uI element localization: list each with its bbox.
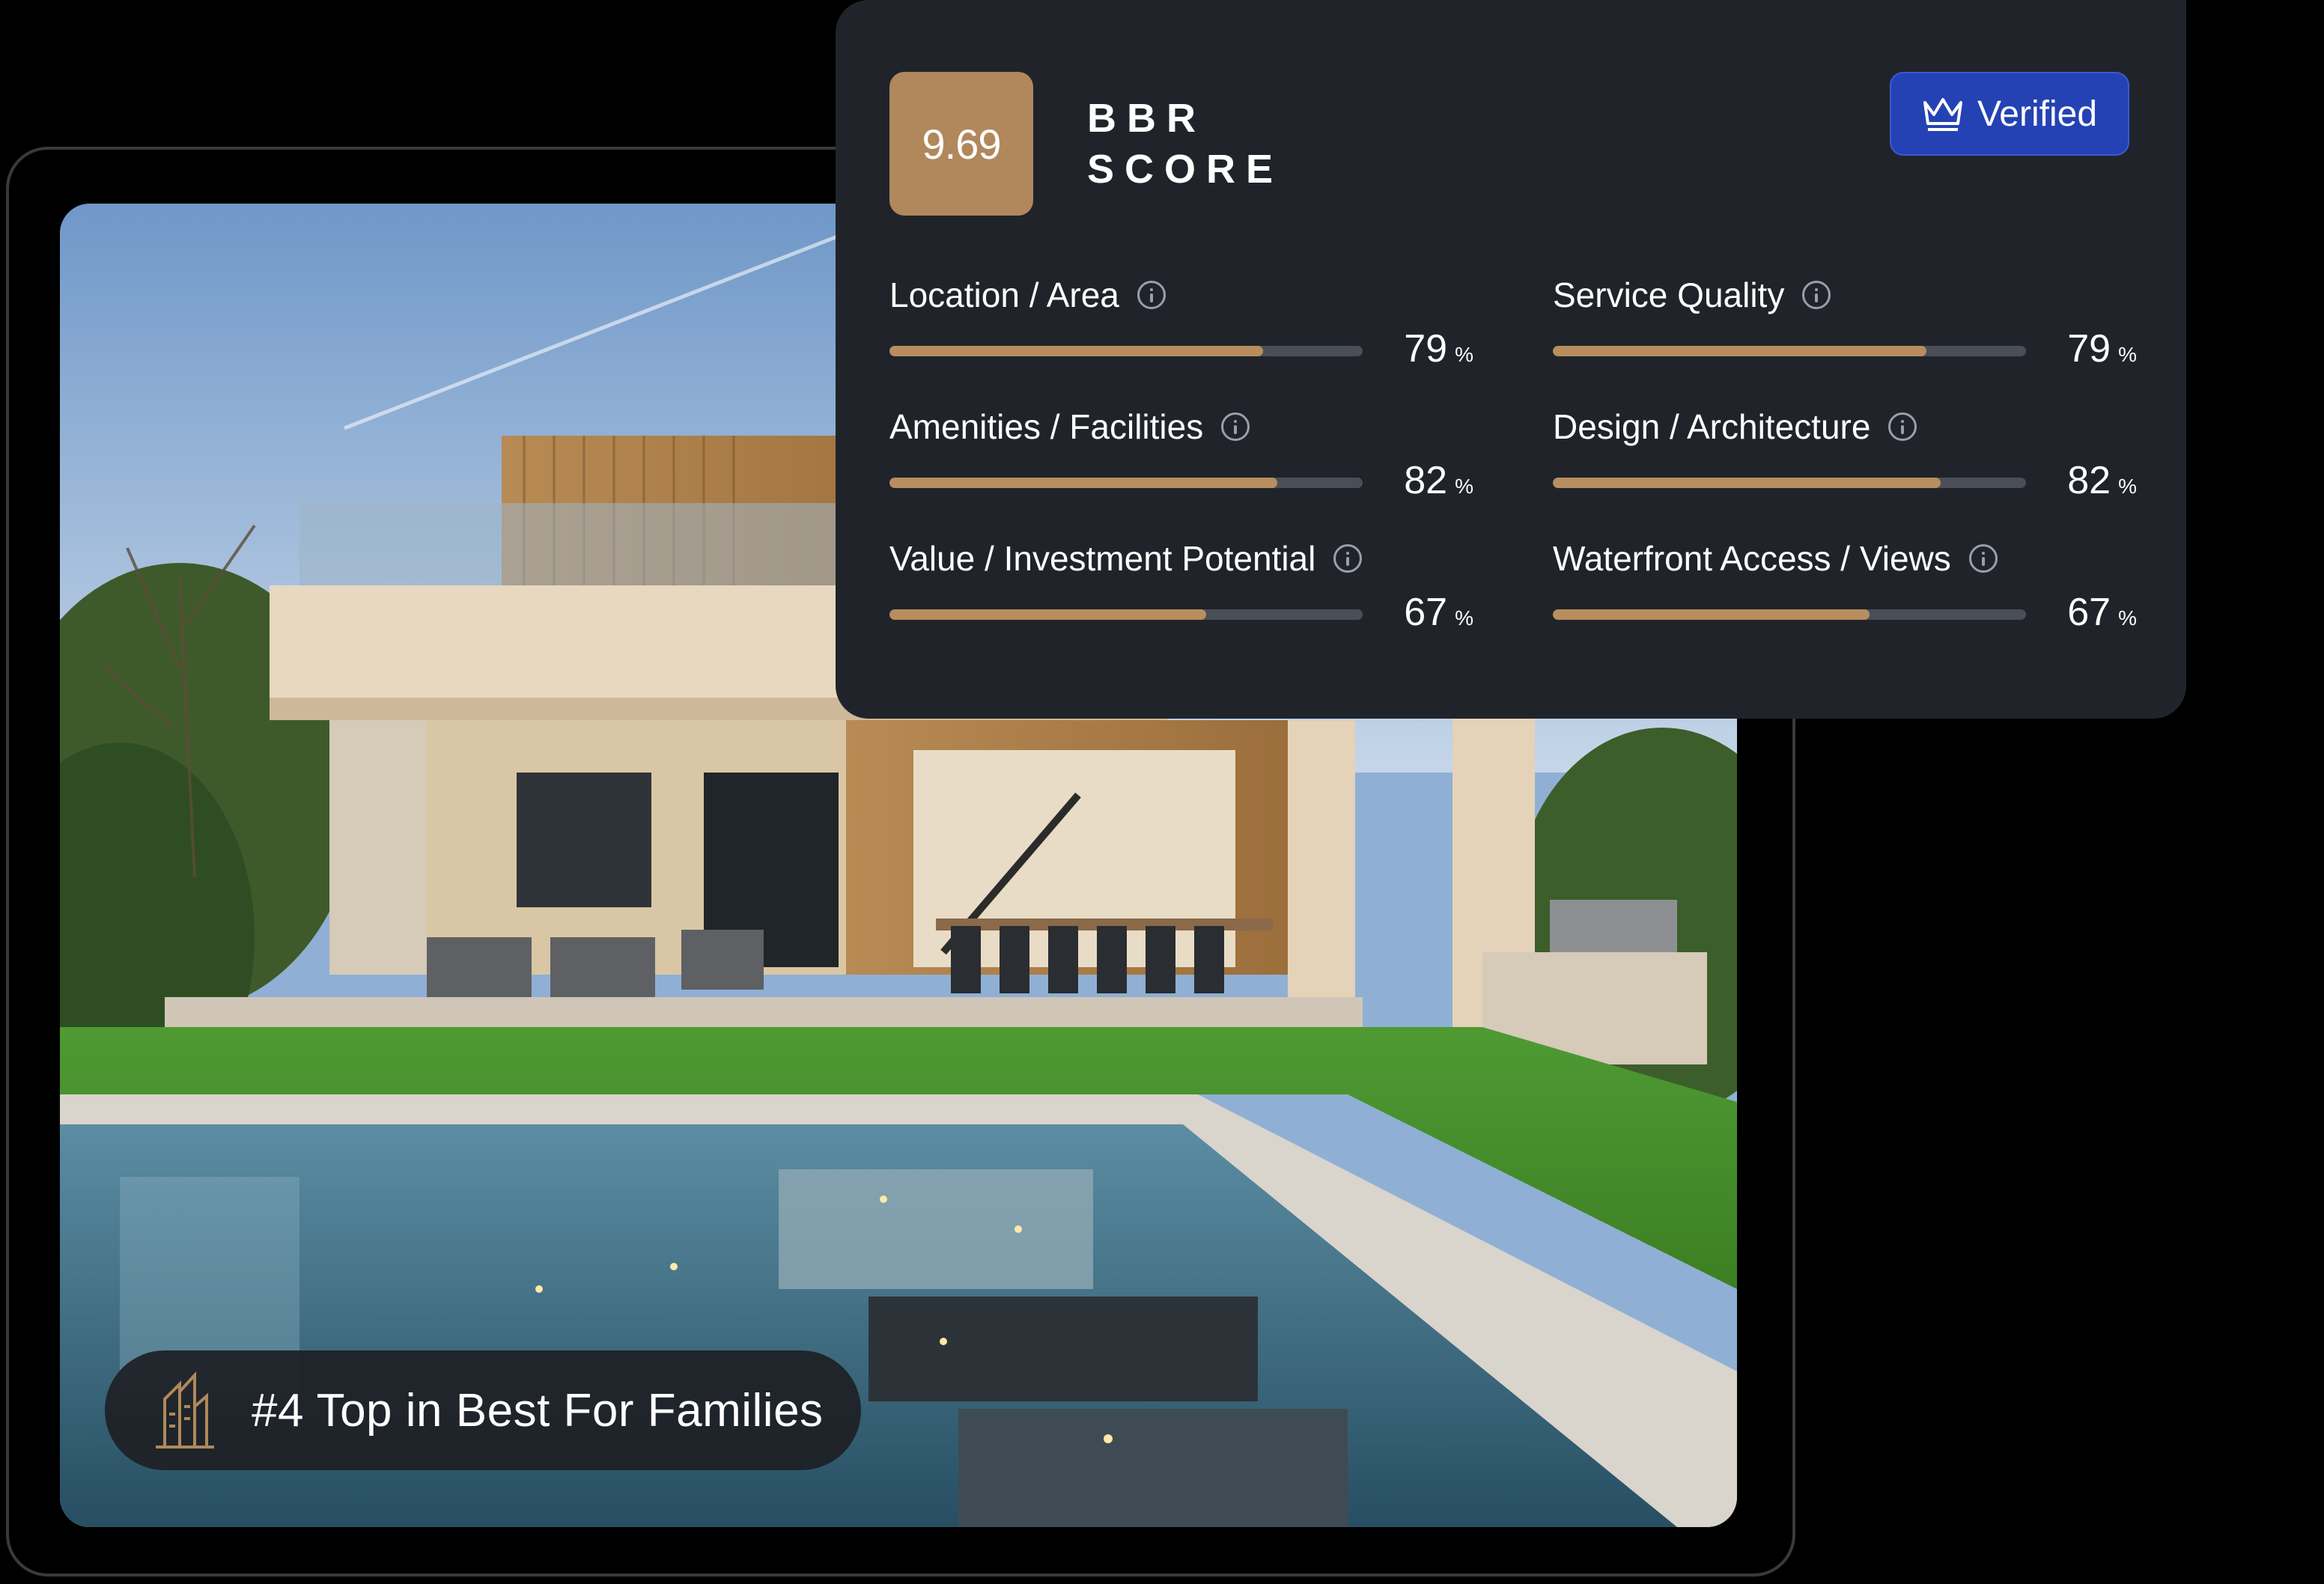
- metric-unit: %: [2118, 343, 2137, 366]
- metric-design-architecture: Design / Architecture 82%: [1553, 404, 2137, 524]
- metric-value-investment: Value / Investment Potential 67%: [889, 536, 1473, 656]
- metric-value: 67: [1404, 591, 1448, 634]
- metric-value: 79: [2067, 327, 2111, 371]
- progress-track: [1553, 478, 2026, 488]
- progress-fill: [889, 478, 1278, 488]
- score-title-line2: SCORE: [1087, 147, 1284, 192]
- verified-badge[interactable]: Verified: [1890, 72, 2129, 156]
- metric-waterfront-access: Waterfront Access / Views 67%: [1553, 536, 2137, 656]
- metric-unit: %: [2118, 606, 2137, 630]
- score-title-line1: BBR: [1087, 96, 1206, 141]
- progress-fill: [889, 346, 1264, 356]
- verified-label: Verified: [1977, 94, 2098, 134]
- rank-badge: #4 Top in Best For Families: [105, 1350, 861, 1470]
- metric-label: Location / Area: [889, 275, 1119, 314]
- progress-track: [889, 478, 1363, 488]
- score-title: BBR SCORE: [1087, 93, 1283, 195]
- info-icon[interactable]: [1137, 281, 1166, 309]
- progress-track: [889, 346, 1363, 356]
- progress-track: [1553, 346, 2026, 356]
- metric-label: Value / Investment Potential: [889, 539, 1316, 578]
- metric-service-quality: Service Quality 79%: [1553, 272, 2137, 392]
- info-icon[interactable]: [1968, 544, 1998, 573]
- score-value: 9.69: [889, 72, 1033, 216]
- metric-label: Amenities / Facilities: [889, 407, 1204, 446]
- stage: #4 Top in Best For Families 9.69 BBR SCO…: [0, 0, 2324, 1584]
- building-logo-icon: [156, 1371, 214, 1449]
- progress-fill: [1553, 478, 1941, 488]
- metric-label: Waterfront Access / Views: [1553, 539, 1951, 578]
- metric-location-area: Location / Area 79%: [889, 272, 1473, 392]
- metric-value: 79: [1404, 327, 1448, 371]
- metric-unit: %: [1455, 475, 1473, 498]
- metric-amenities-facilities: Amenities / Facilities 82%: [889, 404, 1473, 524]
- crown-icon: [1923, 98, 1962, 131]
- info-icon[interactable]: [1333, 544, 1363, 573]
- metric-label: Design / Architecture: [1553, 407, 1871, 446]
- info-icon[interactable]: [1888, 412, 1917, 441]
- progress-fill: [889, 609, 1207, 620]
- metric-unit: %: [2118, 475, 2137, 498]
- metric-label: Service Quality: [1553, 275, 1785, 314]
- metric-unit: %: [1455, 343, 1473, 366]
- score-panel: 9.69 BBR SCORE Verified Location / Area …: [836, 0, 2186, 719]
- metric-value: 82: [1404, 459, 1448, 502]
- metric-unit: %: [1455, 606, 1473, 630]
- info-icon[interactable]: [1221, 412, 1250, 441]
- metric-value: 67: [2067, 591, 2111, 634]
- info-icon[interactable]: [1802, 281, 1831, 309]
- metric-value: 82: [2067, 459, 2111, 502]
- progress-fill: [1553, 609, 1870, 620]
- progress-fill: [1553, 346, 1927, 356]
- progress-track: [1553, 609, 2026, 620]
- progress-track: [889, 609, 1363, 620]
- rank-text: #4 Top in Best For Families: [252, 1384, 824, 1437]
